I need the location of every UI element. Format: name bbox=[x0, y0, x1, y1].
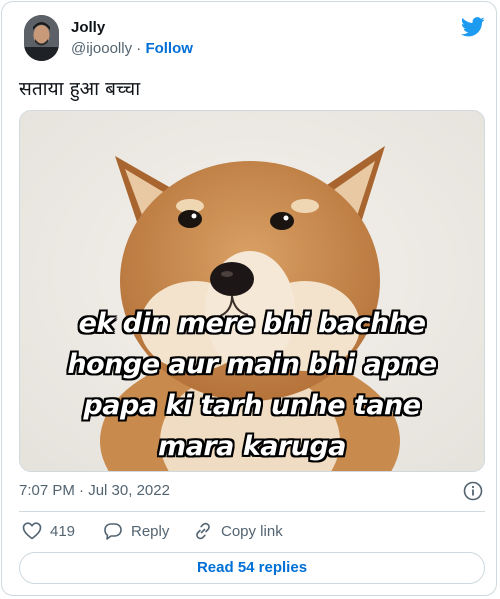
link-icon bbox=[196, 522, 210, 540]
tweet-card: Jolly @ijooolly · Follow सताया हुआ बच्चा bbox=[1, 1, 497, 596]
author-handle-row: @ijooolly · Follow bbox=[71, 40, 193, 57]
like-count: 419 bbox=[50, 522, 76, 540]
read-replies-button[interactable]: Read 54 replies bbox=[19, 552, 485, 584]
heart-icon bbox=[22, 522, 42, 540]
tweet-text: सताया हुआ बच्चा bbox=[19, 78, 141, 100]
caption-line-1: ek din mere bhi bachhe bbox=[78, 308, 426, 339]
tweet-timestamp[interactable]: 7:07 PM · Jul 30, 2022 bbox=[19, 482, 170, 499]
action-bar: 419 Reply Copy link bbox=[19, 521, 485, 543]
info-icon[interactable] bbox=[463, 481, 483, 501]
speech-bubble-icon bbox=[104, 523, 122, 540]
caption-line-4: mara karuga bbox=[157, 431, 347, 462]
author-handle[interactable]: @ijooolly bbox=[71, 40, 132, 57]
date-separator: · bbox=[79, 482, 85, 499]
reply-label: Reply bbox=[131, 522, 170, 540]
like-button[interactable]: 419 bbox=[22, 521, 75, 541]
caption-line-3: papa ki tarh unhe tane bbox=[83, 390, 421, 421]
twitter-bird-icon[interactable] bbox=[461, 17, 485, 37]
copy-link-button[interactable]: Copy link bbox=[193, 521, 283, 541]
copy-link-label: Copy link bbox=[221, 522, 283, 540]
caption-line-2: honge aur main bhi apne bbox=[67, 349, 437, 380]
handle-separator: · bbox=[136, 40, 142, 57]
reply-button[interactable]: Reply bbox=[103, 521, 169, 541]
author-name[interactable]: Jolly bbox=[71, 19, 105, 36]
tweet-date: Jul 30, 2022 bbox=[88, 482, 170, 499]
follow-button[interactable]: Follow bbox=[145, 40, 193, 57]
tweet-media[interactable]: ek din mere bhi bachhe honge aur main bh… bbox=[19, 110, 485, 472]
tweet-time: 7:07 PM bbox=[19, 482, 75, 499]
avatar[interactable] bbox=[24, 15, 59, 61]
divider bbox=[19, 511, 485, 512]
